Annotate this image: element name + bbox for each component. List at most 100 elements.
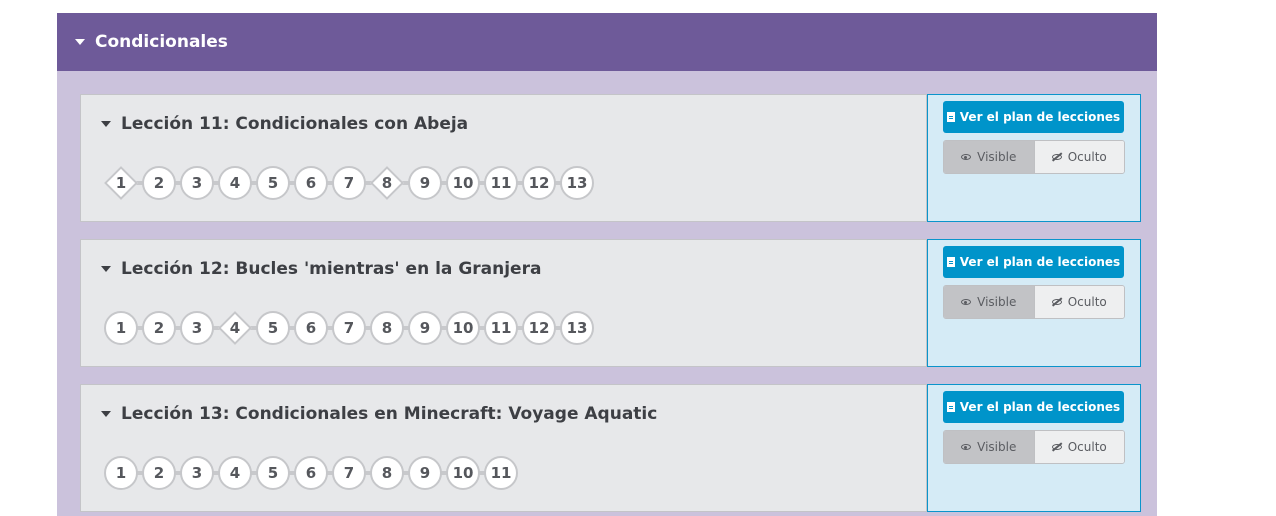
level-number: 1 — [115, 174, 127, 192]
level-bubble[interactable]: 7 — [332, 166, 366, 200]
level-bubble[interactable]: 1 — [104, 311, 138, 345]
level-bubble[interactable]: 7 — [332, 456, 366, 490]
eye-slash-icon — [1051, 154, 1062, 160]
level-progress: 1 2 3 4 5 6 7 8 9 10 11 — [104, 456, 522, 490]
level-number: 7 — [343, 319, 355, 337]
visible-button[interactable]: Visible — [944, 431, 1035, 463]
level-bubble[interactable]: 9 — [408, 166, 442, 200]
level-number: 6 — [305, 464, 317, 482]
lesson-title-text: Lección 12: Bucles 'mientras' en la Gran… — [121, 259, 542, 279]
lesson-controls-panel: Ver el plan de lecciones Visible Oculto — [927, 239, 1141, 367]
level-bubble[interactable]: 5 — [256, 166, 290, 200]
level-bubble[interactable]: 2 — [142, 166, 176, 200]
level-number: 2 — [153, 464, 165, 482]
level-number: 13 — [566, 319, 588, 337]
level-bubble[interactable]: 2 — [142, 456, 176, 490]
level-bubble[interactable]: 11 — [484, 166, 518, 200]
level-number: 2 — [153, 174, 165, 192]
lesson-title[interactable]: Lección 12: Bucles 'mientras' en la Gran… — [101, 259, 541, 279]
lesson-row: Lección 11: Condicionales con Abeja 1 2 3 4 5… — [80, 94, 1141, 224]
view-lesson-plan-label: Ver el plan de lecciones — [959, 255, 1121, 269]
eye-icon — [961, 444, 972, 450]
level-number: 9 — [419, 319, 431, 337]
level-bubble[interactable]: 6 — [294, 456, 328, 490]
level-bubble[interactable]: 7 — [332, 311, 366, 345]
level-progress: 1 2 3 4 5 6 7 8 9 10 11 12 13 — [104, 311, 598, 345]
lesson-title[interactable]: Lección 11: Condicionales con Abeja — [101, 114, 468, 134]
level-number: 8 — [381, 464, 393, 482]
level-bubble[interactable]: 1 — [104, 166, 138, 200]
level-bubble[interactable]: 12 — [522, 166, 556, 200]
level-bubble[interactable]: 12 — [522, 311, 556, 345]
level-bubble[interactable]: 5 — [256, 311, 290, 345]
level-bubble[interactable]: 9 — [408, 311, 442, 345]
visible-button[interactable]: Visible — [944, 141, 1035, 173]
unit-header[interactable]: Condicionales — [57, 13, 1157, 71]
level-number: 8 — [381, 319, 393, 337]
level-bubble[interactable]: 6 — [294, 166, 328, 200]
level-bubble[interactable]: 3 — [180, 311, 214, 345]
caret-down-icon[interactable] — [101, 266, 111, 272]
view-lesson-plan-button[interactable]: Ver el plan de lecciones — [943, 391, 1124, 423]
level-bubble[interactable]: 4 — [218, 456, 252, 490]
level-bubble[interactable]: 10 — [446, 311, 480, 345]
level-number: 11 — [490, 464, 512, 482]
caret-down-icon[interactable] — [101, 411, 111, 417]
level-bubble[interactable]: 9 — [408, 456, 442, 490]
level-bubble[interactable]: 8 — [370, 311, 404, 345]
level-number: 12 — [528, 174, 550, 192]
level-bubble[interactable]: 6 — [294, 311, 328, 345]
level-bubble[interactable]: 11 — [484, 456, 518, 490]
eye-slash-icon — [1051, 444, 1062, 450]
level-number: 3 — [191, 464, 203, 482]
level-bubble[interactable]: 13 — [560, 166, 594, 200]
view-lesson-plan-button[interactable]: Ver el plan de lecciones — [943, 101, 1124, 133]
level-number: 10 — [452, 174, 474, 192]
hidden-button[interactable]: Oculto — [1034, 141, 1124, 173]
eye-slash-icon — [1051, 299, 1062, 305]
level-bubble[interactable]: 2 — [142, 311, 176, 345]
level-bubble[interactable]: 5 — [256, 456, 290, 490]
level-number: 10 — [452, 319, 474, 337]
visible-label: Visible — [977, 295, 1017, 309]
visible-label: Visible — [977, 150, 1017, 164]
level-number: 2 — [153, 319, 165, 337]
document-icon — [946, 402, 955, 412]
caret-down-icon[interactable] — [101, 121, 111, 127]
level-number: 10 — [452, 464, 474, 482]
caret-down-icon[interactable] — [75, 39, 85, 45]
unit-title: Condicionales — [95, 32, 228, 52]
hidden-button[interactable]: Oculto — [1034, 286, 1124, 318]
level-bubble[interactable]: 1 — [104, 456, 138, 490]
visible-button[interactable]: Visible — [944, 286, 1035, 318]
level-number: 1 — [115, 464, 127, 482]
hidden-label: Oculto — [1067, 150, 1107, 164]
hidden-button[interactable]: Oculto — [1034, 431, 1124, 463]
level-bubble[interactable]: 4 — [218, 166, 252, 200]
level-bubble[interactable]: 13 — [560, 311, 594, 345]
visibility-toggle: Visible Oculto — [943, 430, 1125, 464]
visible-label: Visible — [977, 440, 1017, 454]
level-number: 12 — [528, 319, 550, 337]
level-bubble[interactable]: 8 — [370, 456, 404, 490]
level-bubble[interactable]: 10 — [446, 166, 480, 200]
visibility-toggle: Visible Oculto — [943, 140, 1125, 174]
level-bubble[interactable]: 8 — [370, 166, 404, 200]
view-lesson-plan-label: Ver el plan de lecciones — [959, 400, 1121, 414]
level-bubble[interactable]: 4 — [218, 311, 252, 345]
level-number: 5 — [267, 174, 279, 192]
view-lesson-plan-button[interactable]: Ver el plan de lecciones — [943, 246, 1124, 278]
level-bubble[interactable]: 11 — [484, 311, 518, 345]
eye-icon — [961, 299, 972, 305]
level-bubble[interactable]: 10 — [446, 456, 480, 490]
lesson-title[interactable]: Lección 13: Condicionales en Minecraft: … — [101, 404, 657, 424]
hidden-label: Oculto — [1067, 440, 1107, 454]
level-number: 8 — [381, 174, 393, 192]
lesson-main-panel: Lección 13: Condicionales en Minecraft: … — [80, 384, 927, 512]
level-number: 11 — [490, 319, 512, 337]
lesson-main-panel: Lección 11: Condicionales con Abeja 1 2 3 4 5… — [80, 94, 927, 222]
level-bubble[interactable]: 3 — [180, 456, 214, 490]
level-number: 9 — [419, 464, 431, 482]
lesson-main-panel: Lección 12: Bucles 'mientras' en la Gran… — [80, 239, 927, 367]
level-bubble[interactable]: 3 — [180, 166, 214, 200]
